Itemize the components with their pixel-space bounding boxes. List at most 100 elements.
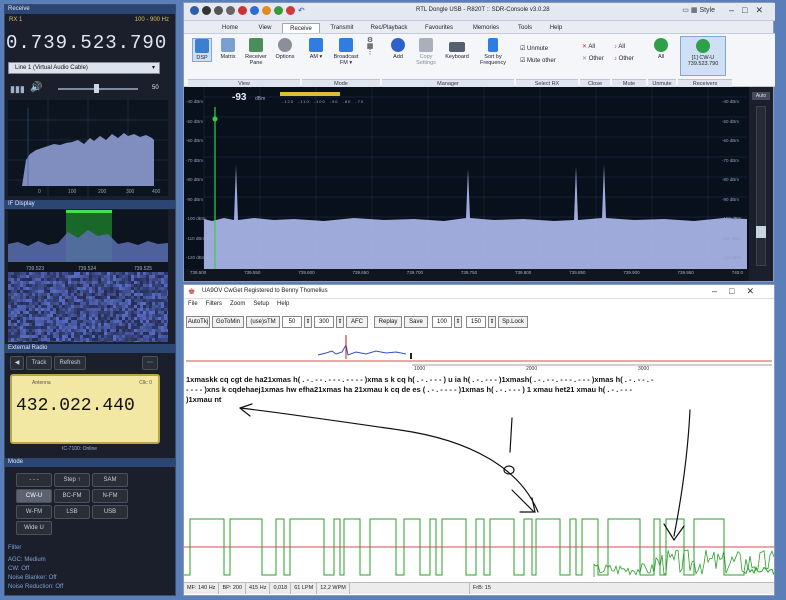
- spin-icon[interactable]: ⇕: [304, 316, 312, 328]
- mode-extras[interactable]: ⚙ ▦ ⋮: [364, 37, 376, 56]
- mute-other-checkbox[interactable]: ☑ Mute other: [520, 55, 556, 67]
- rec-icon[interactable]: [238, 6, 247, 15]
- mode-button[interactable]: N-FM: [92, 489, 128, 503]
- use-stm-button[interactable]: (use)sTM: [246, 316, 280, 328]
- vfo-frequency[interactable]: 0.739.523.790: [6, 32, 167, 54]
- mode-button[interactable]: W-FM: [16, 505, 52, 519]
- freq-tick: 739.950: [677, 270, 694, 275]
- monitor-icon[interactable]: ▭: [682, 7, 689, 14]
- menu-setup[interactable]: Setup: [253, 301, 269, 307]
- cw-audio-graph[interactable]: 1000 2000 3000: [186, 331, 772, 371]
- options-button[interactable]: Options: [272, 38, 298, 60]
- close-group: ✕ All ✕ Other: [582, 41, 604, 65]
- auto-button[interactable]: Auto: [752, 92, 770, 100]
- app-icon[interactable]: [190, 6, 199, 15]
- left-arrow-icon[interactable]: ◀: [10, 356, 24, 370]
- tab-transmit[interactable]: Transmit: [322, 23, 362, 33]
- grid-icon[interactable]: ▦: [691, 7, 698, 14]
- menu-file[interactable]: File: [188, 301, 198, 307]
- sp-lock-button[interactable]: Sp.Lock: [498, 316, 528, 328]
- autotkj-button[interactable]: AutoTkj: [186, 316, 210, 328]
- mute-other-button[interactable]: ♪ Other: [614, 53, 634, 65]
- replay-button[interactable]: Replay: [374, 316, 402, 328]
- side-slider[interactable]: [756, 106, 766, 266]
- status-cell: [350, 583, 470, 594]
- add-button[interactable]: Add: [386, 38, 410, 60]
- tab-receive[interactable]: Receive: [282, 23, 320, 33]
- maximize-icon[interactable]: □: [742, 5, 755, 15]
- receiver-pane-button[interactable]: Receiver Pane: [242, 38, 270, 66]
- decoded-text[interactable]: 1xmaskk cq cgt de ha21xmas h( . - . - - …: [186, 375, 772, 405]
- matrix-button[interactable]: Matrix: [216, 38, 240, 60]
- speaker-icon[interactable]: 🔊: [30, 82, 42, 93]
- track-button[interactable]: Track: [26, 356, 52, 370]
- minimize-icon[interactable]: –: [729, 5, 742, 15]
- settings-icon[interactable]: [262, 6, 271, 15]
- play-icon[interactable]: [202, 6, 211, 15]
- close-icon[interactable]: ✕: [755, 5, 771, 15]
- tab-home[interactable]: Home: [212, 23, 248, 33]
- mode-button[interactable]: Step ↑: [54, 473, 90, 487]
- volume-thumb[interactable]: [94, 84, 99, 93]
- tab-view[interactable]: View: [250, 23, 280, 33]
- afc-button[interactable]: AFC: [346, 316, 368, 328]
- signal-level: -93: [232, 92, 247, 103]
- ok-icon[interactable]: [274, 6, 283, 15]
- mode-button[interactable]: SAM: [92, 473, 128, 487]
- rx-label: RX 1: [9, 17, 23, 23]
- gotomin-button[interactable]: GoToMin: [212, 316, 244, 328]
- status-cell: FrB: 15: [472, 585, 491, 591]
- unmute-checkbox[interactable]: ☑ Unmute: [520, 43, 556, 55]
- spin-icon[interactable]: ⇕: [488, 316, 496, 328]
- info-icon[interactable]: [250, 6, 259, 15]
- more-icon[interactable]: ⋯: [142, 356, 158, 370]
- side-slider-thumb[interactable]: [756, 226, 766, 238]
- mute-group: ♪ All ♪ Other: [614, 41, 634, 65]
- tab-help[interactable]: Help: [542, 23, 570, 33]
- spin-icon[interactable]: ⇕: [454, 316, 462, 328]
- mode-button[interactable]: BC-FM: [54, 489, 90, 503]
- close-all-button[interactable]: ✕ All: [582, 41, 604, 53]
- mode-button[interactable]: Wide U: [16, 521, 52, 535]
- style-label[interactable]: Style: [699, 7, 715, 14]
- menu-help[interactable]: Help: [277, 301, 289, 307]
- save-button[interactable]: Save: [404, 316, 428, 328]
- mode-button[interactable]: - - -: [16, 473, 52, 487]
- tab-tools[interactable]: Tools: [510, 23, 540, 33]
- minimize-icon[interactable]: –: [712, 286, 729, 296]
- spin-icon[interactable]: ⇕: [336, 316, 344, 328]
- menu-filters[interactable]: Filters: [206, 301, 222, 307]
- freq-tick: 739.550: [244, 270, 261, 275]
- close-icon[interactable]: ✕: [746, 286, 766, 296]
- keyboard-button[interactable]: Keyboard: [442, 38, 472, 60]
- bw-field[interactable]: 100: [432, 316, 452, 328]
- stop-icon[interactable]: [214, 6, 223, 15]
- undo-icon[interactable]: ↶: [298, 6, 305, 15]
- record-icon[interactable]: [226, 6, 235, 15]
- receiver-1-button[interactable]: [1] CW-U 739.523.790: [680, 36, 726, 76]
- main-spectrum[interactable]: [184, 87, 773, 281]
- tab-memories[interactable]: Memories: [464, 23, 508, 33]
- am-button[interactable]: AM ▾: [304, 38, 328, 60]
- dsp-button[interactable]: DSP: [192, 38, 212, 62]
- mute-all-button[interactable]: ♪ All: [614, 41, 634, 53]
- tab-rec-playback[interactable]: Rec/Playback: [364, 23, 414, 33]
- tab-favourites[interactable]: Favourites: [416, 23, 462, 33]
- group-caption: Select RX: [516, 79, 578, 87]
- broadcast-fm-button[interactable]: Broadcast FM ▾: [330, 38, 362, 66]
- min-wpm-field[interactable]: 50: [282, 316, 302, 328]
- freq-field[interactable]: 150: [466, 316, 486, 328]
- mode-button[interactable]: LSB: [54, 505, 90, 519]
- refresh-button[interactable]: Refresh: [54, 356, 86, 370]
- unmute-all-button[interactable]: All: [650, 38, 672, 60]
- mode-button[interactable]: USB: [92, 505, 128, 519]
- close-all-icon[interactable]: [286, 6, 295, 15]
- menu-zoom[interactable]: Zoom: [230, 301, 245, 307]
- line-select[interactable]: Line 1 (Virtual Audio Cable) ▾: [8, 62, 160, 74]
- mode-cw-u-button[interactable]: CW-U: [16, 489, 52, 503]
- max-wpm-field[interactable]: 300: [314, 316, 334, 328]
- sort-by-frequency-button[interactable]: Sort by Frequency: [476, 38, 510, 66]
- close-other-button[interactable]: ✕ Other: [582, 53, 604, 65]
- maximize-icon[interactable]: □: [729, 286, 746, 296]
- copy-settings-button[interactable]: Copy Settings: [412, 38, 440, 66]
